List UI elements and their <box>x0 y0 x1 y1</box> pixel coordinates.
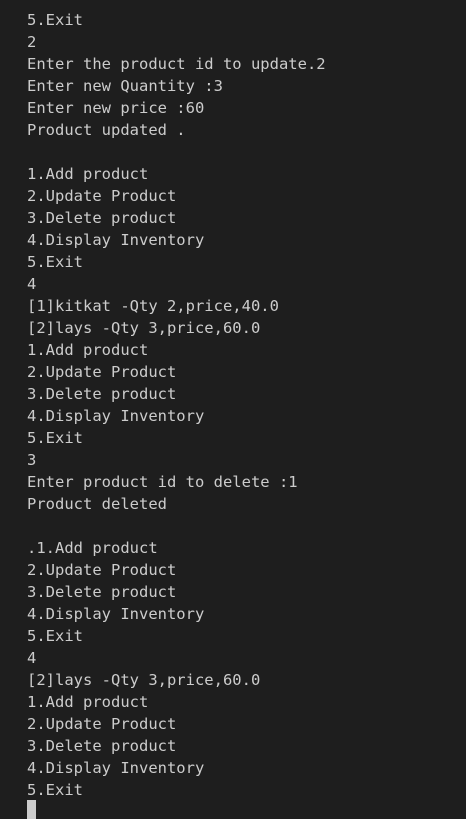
terminal-line: Enter the product id to update.2 <box>27 55 326 73</box>
terminal-line: 2.Update Product <box>27 715 177 733</box>
terminal-line: 4.Display Inventory <box>27 407 205 425</box>
terminal-line: .1.Add product <box>27 539 158 557</box>
terminal-panel[interactable]: 5.Exit 2 Enter the product id to update.… <box>0 0 466 819</box>
terminal-line: Enter product id to delete :1 <box>27 473 298 491</box>
terminal-line: [2]lays -Qty 3,price,60.0 <box>27 671 261 689</box>
terminal-line: 3 <box>27 451 37 469</box>
terminal-line: 3.Delete product <box>27 737 177 755</box>
terminal-line: Enter new Quantity :3 <box>27 77 223 95</box>
terminal-line: Enter new price :60 <box>27 99 205 117</box>
terminal-line: 1.Add product <box>27 341 149 359</box>
terminal-line: 4.Display Inventory <box>27 605 205 623</box>
terminal-line: 5.Exit <box>27 627 83 645</box>
terminal-line: [1]kitkat -Qty 2,price,40.0 <box>27 297 279 315</box>
terminal-line: Product updated . <box>27 121 186 139</box>
terminal-line: 3.Delete product <box>27 583 177 601</box>
terminal-line: 4.Display Inventory <box>27 759 205 777</box>
terminal-line: 4.Display Inventory <box>27 231 205 249</box>
terminal-line: 2.Update Product <box>27 561 177 579</box>
terminal-line: Product deleted <box>27 495 167 513</box>
terminal-line: [2]lays -Qty 3,price,60.0 <box>27 319 261 337</box>
terminal-line: 5.Exit <box>27 253 83 271</box>
terminal-line: 2 <box>27 33 37 51</box>
terminal-cursor <box>27 800 36 819</box>
terminal-line: 2.Update Product <box>27 187 177 205</box>
terminal-line: 3.Delete product <box>27 209 177 227</box>
terminal-line: 4 <box>27 649 37 667</box>
terminal-line: 4 <box>27 275 37 293</box>
terminal-output: 5.Exit 2 Enter the product id to update.… <box>27 9 457 801</box>
terminal-line: 2.Update Product <box>27 363 177 381</box>
terminal-line: 3.Delete product <box>27 385 177 403</box>
terminal-line: 1.Add product <box>27 693 149 711</box>
terminal-line: 5.Exit <box>27 781 83 799</box>
terminal-line: 1.Add product <box>27 165 149 183</box>
terminal-line: 5.Exit <box>27 11 83 29</box>
terminal-line: 5.Exit <box>27 429 83 447</box>
